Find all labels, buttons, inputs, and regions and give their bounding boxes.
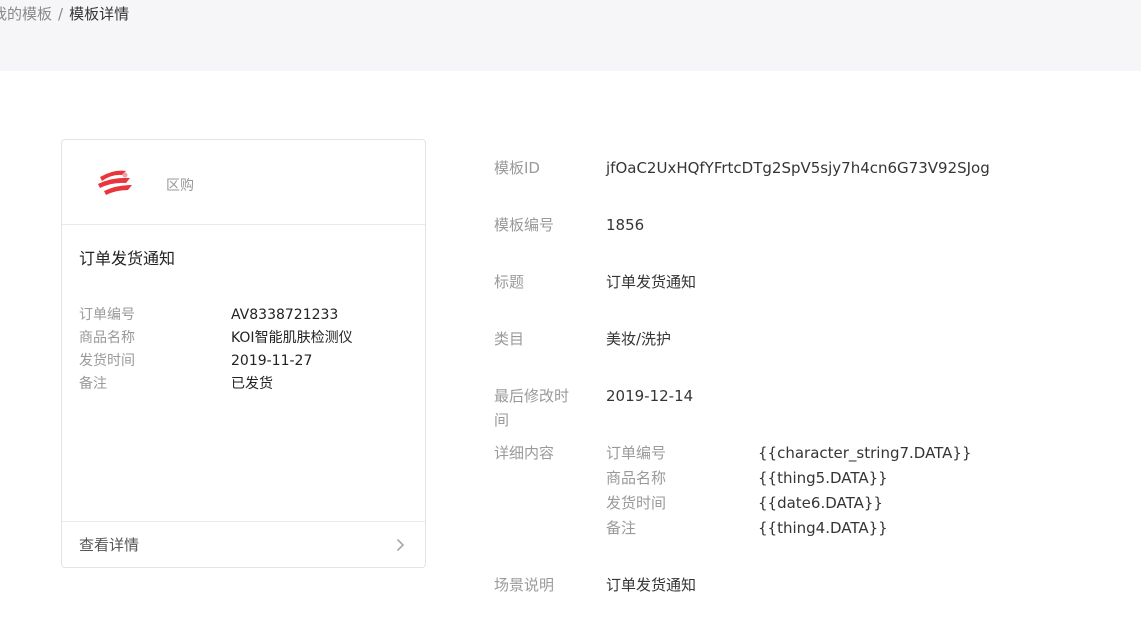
breadcrumb-current: 模板详情 xyxy=(69,5,130,23)
title-label: 标题 xyxy=(494,273,525,291)
content-field-row: 发货时间 {{date6.DATA}} xyxy=(606,491,1026,516)
content-field-label: 发货时间 xyxy=(606,494,667,512)
card-field-label: 备注 xyxy=(79,376,107,392)
content-field-label: 备注 xyxy=(606,519,637,537)
category-value: 美妆/洗护 xyxy=(606,330,672,348)
modified-value: 2019-12-14 xyxy=(606,387,694,405)
title-value: 订单发货通知 xyxy=(606,273,697,291)
content-field-value: {{thing4.DATA}} xyxy=(758,519,888,537)
modified-label: 最后修改时间 xyxy=(494,387,570,429)
template-preview-card: 区购 订单发货通知 订单编号 AV8338721233 商品名称 KOI智能肌肤… xyxy=(61,139,426,568)
card-field-value: 2019-11-27 xyxy=(231,353,313,369)
content-label: 详细内容 xyxy=(494,444,555,462)
breadcrumb-my-templates-link[interactable]: 我的模板 xyxy=(0,5,52,23)
template-id-value: jfOaC2UxHQfYFrtcDTg2SpV5sjy7h4cn6G73V92S… xyxy=(606,159,990,177)
content-field-value: {{thing5.DATA}} xyxy=(758,469,888,487)
card-field-row: 商品名称 KOI智能肌肤检测仪 xyxy=(79,327,409,350)
template-id-label: 模板ID xyxy=(494,159,540,177)
content-field-list: 订单编号 {{character_string7.DATA}} 商品名称 {{t… xyxy=(606,441,1026,541)
card-field-value: AV8338721233 xyxy=(231,307,339,323)
template-no-label: 模板编号 xyxy=(494,216,555,234)
scene-label: 场景说明 xyxy=(494,576,555,594)
brand-name-text: 区购 xyxy=(166,178,194,194)
view-details-label: 查看详情 xyxy=(79,536,140,554)
content-field-label: 商品名称 xyxy=(606,469,667,487)
card-fields: 订单编号 AV8338721233 商品名称 KOI智能肌肤检测仪 发货时间 2… xyxy=(79,304,409,396)
card-field-row: 备注 已发货 xyxy=(79,373,409,396)
content-field-row: 商品名称 {{thing5.DATA}} xyxy=(606,466,1026,491)
card-header: 区购 xyxy=(62,140,425,225)
card-field-value: 已发货 xyxy=(231,376,273,392)
chevron-right-icon xyxy=(396,538,405,552)
card-field-value: KOI智能肌肤检测仪 xyxy=(231,330,353,346)
content-field-label: 订单编号 xyxy=(606,444,667,462)
category-label: 类目 xyxy=(494,330,525,348)
content-field-value: {{character_string7.DATA}} xyxy=(758,444,972,462)
card-field-label: 商品名称 xyxy=(79,330,135,346)
template-no-value: 1856 xyxy=(606,216,645,234)
card-field-label: 发货时间 xyxy=(79,353,135,369)
card-field-row: 发货时间 2019-11-27 xyxy=(79,350,409,373)
brand-logo-icon xyxy=(98,170,132,195)
content-field-value: {{date6.DATA}} xyxy=(758,494,883,512)
card-field-row: 订单编号 AV8338721233 xyxy=(79,304,409,327)
card-title: 订单发货通知 xyxy=(79,249,176,268)
breadcrumb-separator: / xyxy=(58,5,64,23)
breadcrumb: 我的模板 / 模板详情 xyxy=(0,4,129,24)
scene-value: 订单发货通知 xyxy=(606,576,697,594)
view-details-link[interactable]: 查看详情 xyxy=(62,521,425,567)
brand-name-blurred xyxy=(152,178,166,194)
card-field-label: 订单编号 xyxy=(79,307,135,323)
content-field-row: 备注 {{thing4.DATA}} xyxy=(606,516,1026,541)
content-field-row: 订单编号 {{character_string7.DATA}} xyxy=(606,441,1026,466)
brand-name: 区购 xyxy=(152,175,194,195)
top-bar: 我的模板 / 模板详情 xyxy=(0,0,1141,71)
